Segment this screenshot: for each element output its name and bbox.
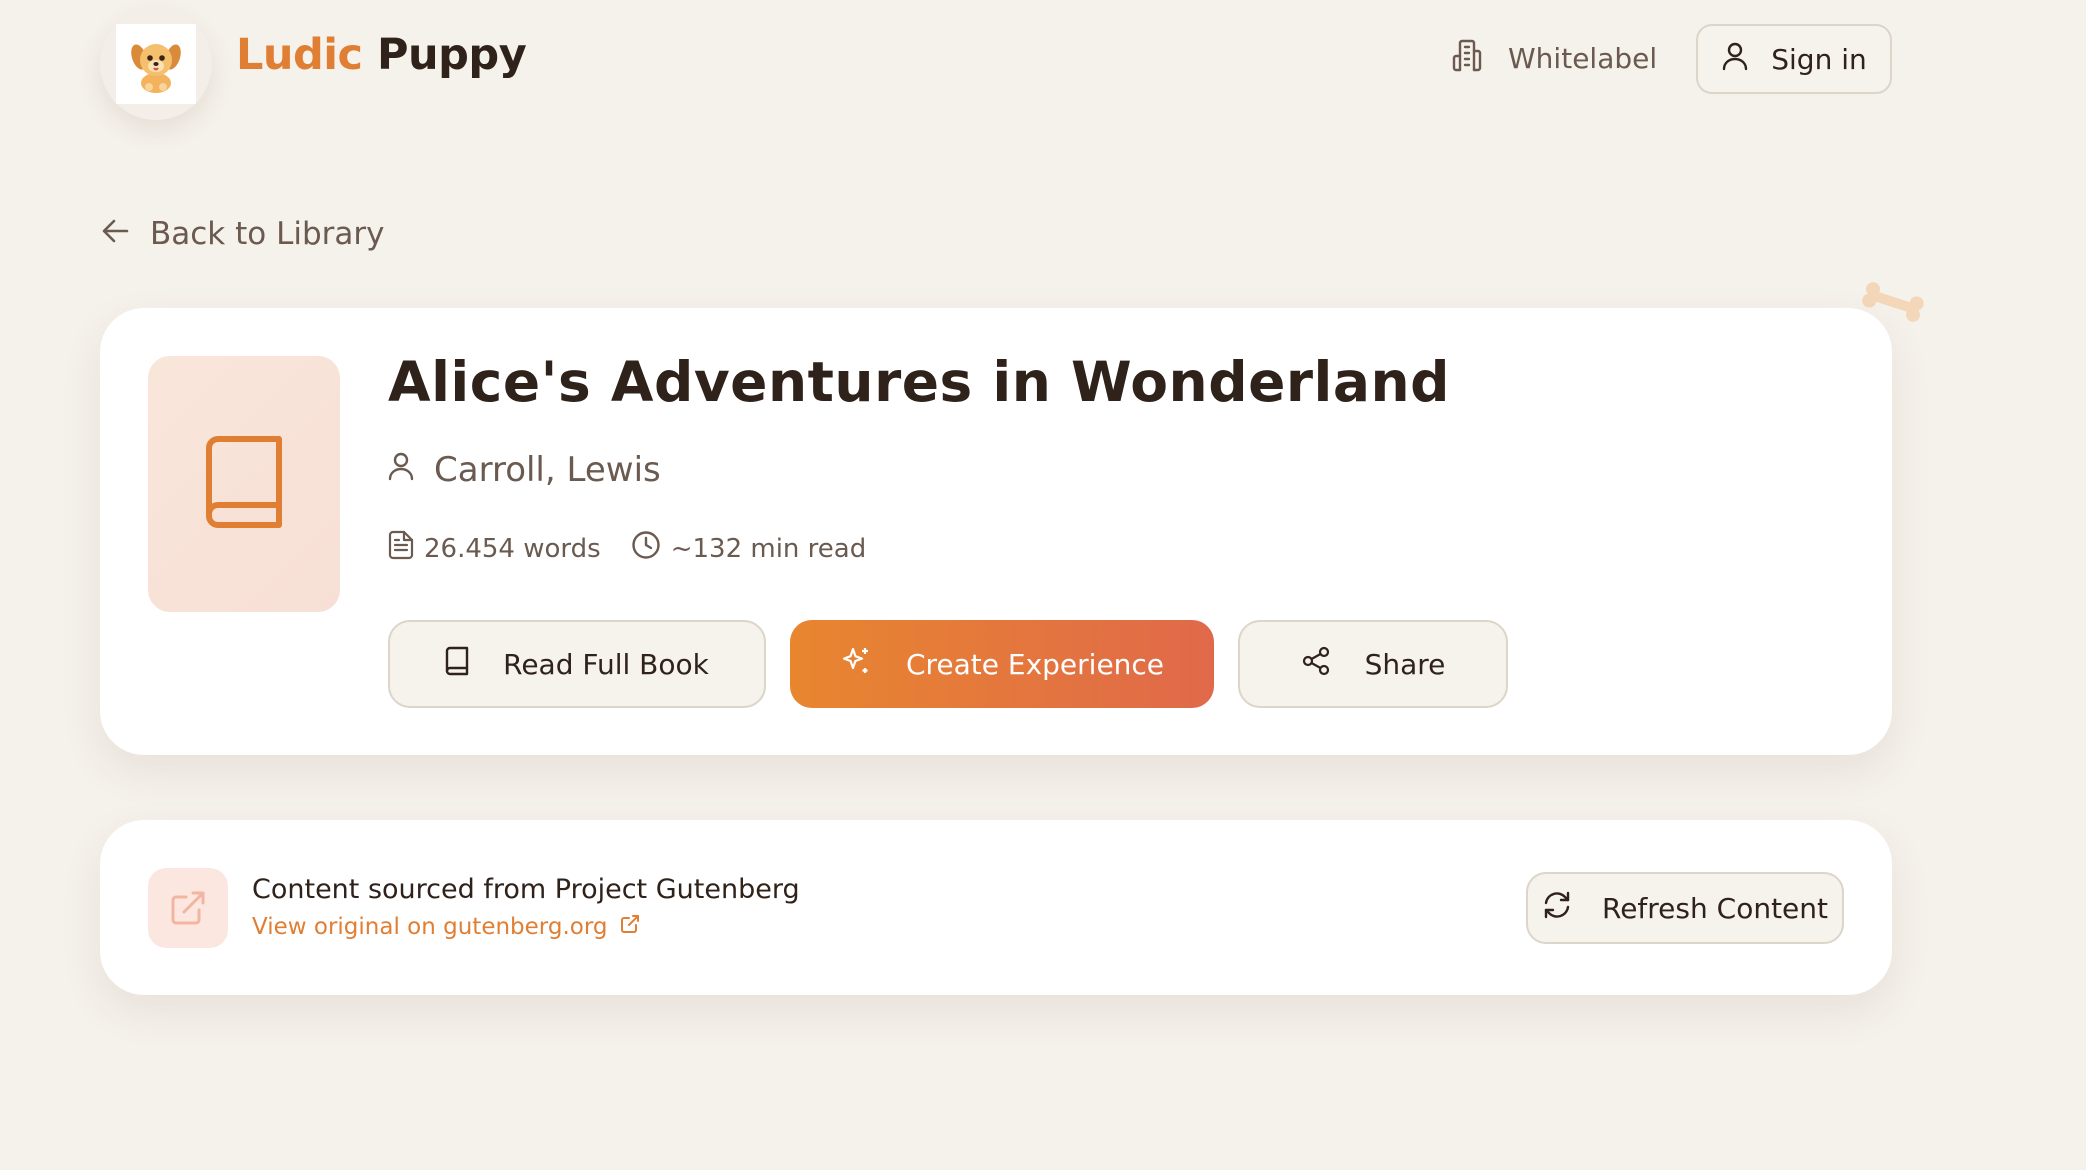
word-count: 26.454 words xyxy=(388,530,601,567)
gutenberg-link[interactable]: View original on gutenberg.org xyxy=(252,914,640,940)
read-time: ~132 min read xyxy=(631,530,867,567)
brand-name[interactable]: Ludic Puppy xyxy=(236,30,527,80)
refresh-icon xyxy=(1542,890,1572,927)
word-count-label: 26.454 words xyxy=(424,533,601,564)
refresh-content-label: Refresh Content xyxy=(1602,891,1828,925)
read-full-book-label: Read Full Book xyxy=(503,647,709,681)
user-icon xyxy=(388,450,414,490)
external-link-icon xyxy=(148,868,228,948)
whitelabel-label: Whitelabel xyxy=(1508,42,1658,75)
refresh-content-button[interactable]: Refresh Content xyxy=(1526,872,1844,944)
whitelabel-link[interactable]: Whitelabel xyxy=(1452,38,1657,79)
user-icon xyxy=(1721,41,1749,78)
book-meta: 26.454 words ~132 min read xyxy=(388,530,866,567)
sign-in-button[interactable]: Sign in xyxy=(1696,24,1892,94)
brand-part2: Puppy xyxy=(377,30,527,80)
arrow-left-icon xyxy=(102,216,130,252)
share-label: Share xyxy=(1364,647,1446,681)
book-author: Carroll, Lewis xyxy=(388,450,661,490)
gutenberg-link-label: View original on gutenberg.org xyxy=(252,914,608,940)
clock-icon xyxy=(631,530,661,567)
external-link-icon xyxy=(620,914,640,940)
building-icon xyxy=(1452,38,1482,79)
book-title: Alice's Adventures in Wonderland xyxy=(388,350,1450,414)
share-icon xyxy=(1301,646,1331,683)
read-time-label: ~132 min read xyxy=(670,533,867,564)
logo-link[interactable] xyxy=(100,8,212,120)
book-icon xyxy=(205,436,283,532)
author-name: Carroll, Lewis xyxy=(434,450,661,490)
book-cover xyxy=(148,356,340,612)
sign-in-label: Sign in xyxy=(1771,42,1867,76)
create-experience-button[interactable]: Create Experience xyxy=(790,620,1214,708)
read-full-book-button[interactable]: Read Full Book xyxy=(388,620,766,708)
back-label: Back to Library xyxy=(150,216,385,252)
book-icon xyxy=(445,646,469,683)
document-icon xyxy=(388,530,414,567)
book-card: Alice's Adventures in Wonderland Carroll… xyxy=(100,308,1892,755)
source-card: Content sourced from Project Gutenberg V… xyxy=(100,820,1892,995)
back-to-library-link[interactable]: Back to Library xyxy=(102,216,384,252)
share-button[interactable]: Share xyxy=(1238,620,1508,708)
source-title: Content sourced from Project Gutenberg xyxy=(252,874,800,905)
sparkles-icon xyxy=(840,645,872,684)
create-experience-label: Create Experience xyxy=(905,647,1165,681)
puppy-logo-icon xyxy=(116,24,196,104)
page: Ludic Puppy Whitelabel Sign in Back to L… xyxy=(0,0,2086,1170)
brand-part1: Ludic xyxy=(236,30,363,80)
